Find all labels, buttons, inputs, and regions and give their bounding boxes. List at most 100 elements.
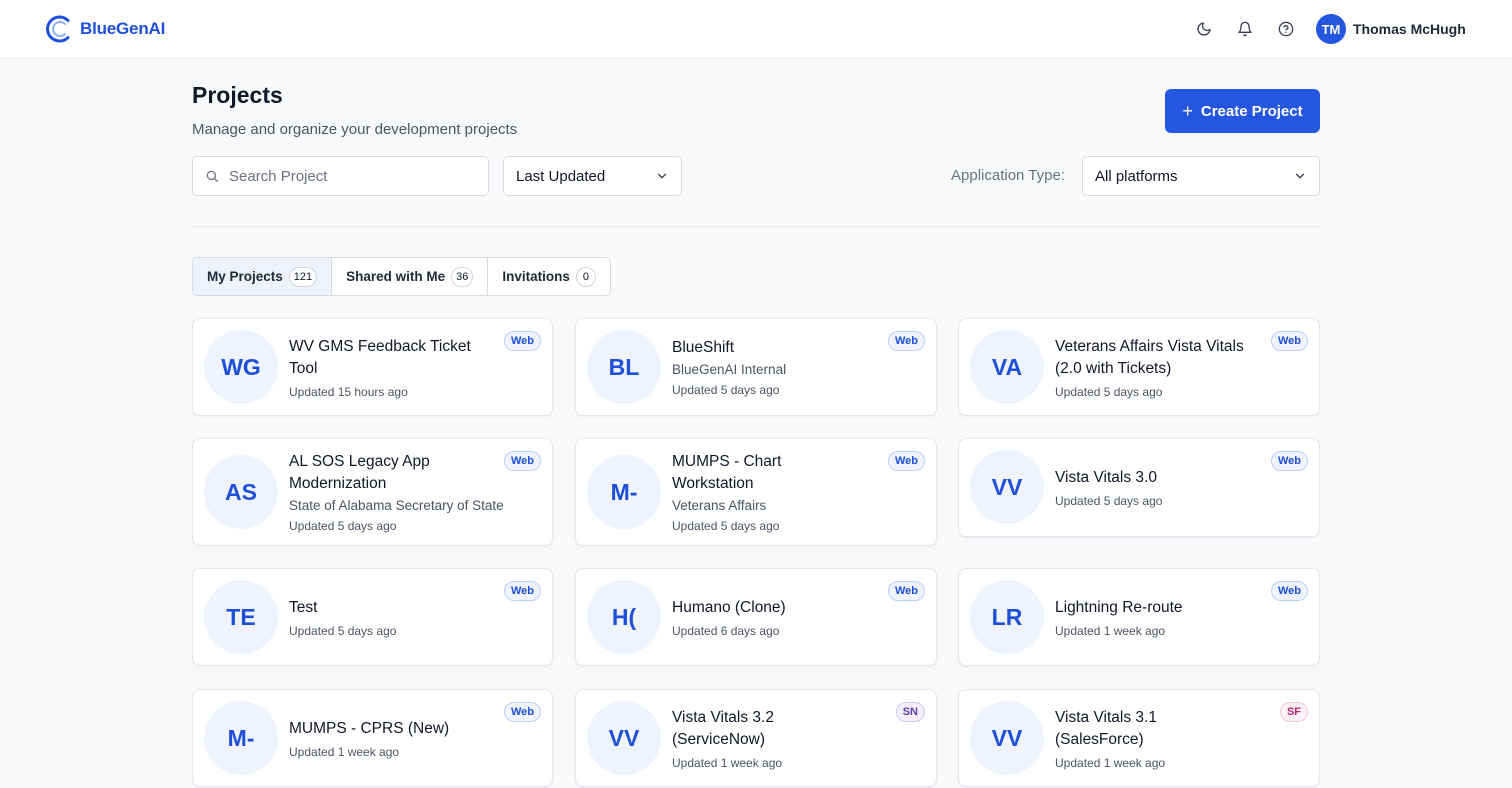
create-project-label: Create Project (1200, 102, 1303, 120)
project-avatar: VV (970, 450, 1044, 524)
project-org: Veterans Affairs (672, 498, 767, 513)
project-name: AL SOS Legacy App Modernization (289, 453, 430, 492)
sort-select-value: Last Updated (516, 167, 606, 185)
platform-badge: Web (1270, 331, 1308, 351)
project-card[interactable]: VV Vista Vitals 3.1 (SalesForce) Updated… (958, 689, 1320, 787)
tab-label: My Projects (207, 269, 283, 284)
project-avatar: M- (587, 455, 661, 529)
project-card[interactable]: H( Humano (Clone) Updated 6 days ago Web (575, 568, 937, 666)
tab-label: Shared with Me (346, 269, 446, 284)
platform-badge: Web (1270, 581, 1308, 601)
project-card[interactable]: TE Test Updated 5 days ago Web (192, 568, 553, 666)
platform-badge: SF (1279, 702, 1308, 722)
tab-label: Invitations (502, 269, 570, 284)
plus-icon: + (1182, 101, 1193, 121)
user-menu[interactable]: TM Thomas McHugh (1316, 14, 1466, 44)
project-updated: Updated 1 week ago (1055, 623, 1166, 638)
project-avatar: LR (970, 580, 1044, 654)
project-org: BlueGenAI Internal (672, 362, 787, 377)
project-avatar: VV (587, 701, 661, 775)
project-card[interactable]: VV Vista Vitals 3.2 (ServiceNow) Updated… (575, 689, 937, 787)
user-name: Thomas McHugh (1353, 21, 1466, 37)
chevron-down-icon (1295, 173, 1305, 179)
platform-badge: Web (1270, 451, 1308, 471)
help-icon (1278, 21, 1294, 37)
moon-icon (1197, 22, 1211, 36)
search-input[interactable] (229, 167, 469, 185)
section-divider (192, 226, 1320, 227)
project-card[interactable]: VA Veterans Affairs Vista Vitals (2.0 wi… (958, 318, 1320, 416)
project-name: Vista Vitals 3.1 (SalesForce) (1055, 708, 1157, 748)
project-avatar: VV (970, 701, 1044, 775)
avatar: TM (1316, 14, 1346, 44)
project-updated: Updated 5 days ago (672, 383, 780, 397)
project-name: Lightning Re-route (1055, 598, 1183, 616)
application-type-label: Application Type: (951, 167, 1065, 184)
project-tabs: My Projects 121 Shared with Me 36 Invita… (192, 257, 611, 296)
tab-count-badge: 0 (575, 266, 596, 287)
project-updated: Updated 1 week ago (289, 744, 400, 759)
project-card[interactable]: BL BlueShift BlueGenAI Internal Updated … (575, 318, 937, 416)
project-avatar: M- (204, 701, 278, 775)
platform-badge: Web (887, 331, 925, 351)
project-updated: Updated 5 days ago (289, 519, 397, 533)
platform-badge: SN (895, 702, 925, 722)
platform-badge: Web (503, 702, 541, 722)
tab-invitations[interactable]: Invitations 0 (488, 258, 610, 295)
tab-shared-with-me[interactable]: Shared with Me 36 (332, 258, 489, 295)
tab-my-projects[interactable]: My Projects 121 (193, 258, 333, 295)
sort-select[interactable]: Last Updated (503, 156, 682, 196)
project-avatar: H( (587, 580, 661, 654)
project-info: Vista Vitals 3.1 (SalesForce) Updated 1 … (1055, 690, 1319, 786)
project-name: WV GMS Feedback Ticket Tool (289, 337, 471, 377)
project-name: Humano (Clone) (672, 598, 786, 616)
project-updated: Updated 1 week ago (1055, 755, 1166, 770)
project-updated: Updated 6 days ago (672, 623, 780, 638)
bell-icon (1238, 21, 1252, 37)
project-updated: Updated 5 days ago (289, 623, 397, 638)
project-updated: Updated 1 week ago (672, 755, 783, 770)
help-button[interactable] (1275, 18, 1297, 40)
dark-mode-toggle[interactable] (1193, 18, 1215, 40)
project-avatar: TE (204, 580, 278, 654)
platform-badge: Web (503, 581, 541, 601)
top-bar: BlueGenAI TM Thomas McHugh (0, 0, 1512, 59)
platform-badge: Web (503, 451, 541, 471)
project-info: Vista Vitals 3.2 (ServiceNow) Updated 1 … (672, 690, 936, 786)
project-card[interactable]: VV Vista Vitals 3.0 Updated 5 days ago W… (958, 438, 1320, 537)
project-updated: Updated 5 days ago (1055, 494, 1163, 508)
project-updated: Updated 15 hours ago (289, 384, 408, 399)
project-name: Vista Vitals 3.0 (1055, 469, 1157, 486)
project-name: MUMPS - CPRS (New) (289, 719, 450, 737)
project-card[interactable]: AS AL SOS Legacy App Modernization State… (192, 438, 553, 546)
project-avatar: WG (204, 330, 278, 404)
project-card[interactable]: M- MUMPS - CPRS (New) Updated 1 week ago… (192, 689, 553, 787)
platform-badge: Web (503, 331, 541, 351)
project-name: Vista Vitals 3.2 (ServiceNow) (672, 708, 774, 748)
project-org: State of Alabama Secretary of State (289, 498, 504, 513)
project-updated: Updated 5 days ago (672, 519, 780, 533)
brand-name: BlueGenAI (80, 19, 166, 38)
page-title: Projects (192, 82, 283, 108)
project-avatar: VA (970, 330, 1044, 404)
project-card[interactable]: WG WV GMS Feedback Ticket Tool Updated 1… (192, 318, 553, 416)
chevron-down-icon (657, 173, 667, 179)
platform-badge: Web (887, 581, 925, 601)
project-card[interactable]: M- MUMPS - Chart Workstation Veterans Af… (575, 438, 937, 546)
create-project-button[interactable]: + Create Project (1165, 89, 1320, 133)
page-subtitle: Manage and organize your development pro… (192, 121, 518, 138)
tab-count-badge: 36 (451, 266, 474, 287)
platform-select[interactable]: All platforms (1082, 156, 1320, 196)
project-name: MUMPS - Chart Workstation (672, 453, 782, 492)
tab-count-badge: 121 (288, 266, 318, 287)
project-name: BlueShift (672, 339, 735, 356)
project-name: Veterans Affairs Vista Vitals (2.0 with … (1055, 337, 1244, 377)
project-name: Test (289, 598, 318, 616)
notifications-button[interactable] (1234, 18, 1256, 40)
platform-badge: Web (887, 451, 925, 471)
project-card[interactable]: LR Lightning Re-route Updated 1 week ago… (958, 568, 1320, 666)
brand-logo[interactable]: BlueGenAI (44, 14, 165, 44)
project-avatar: BL (587, 330, 661, 404)
logo-icon (46, 15, 70, 43)
search-box (192, 156, 489, 196)
